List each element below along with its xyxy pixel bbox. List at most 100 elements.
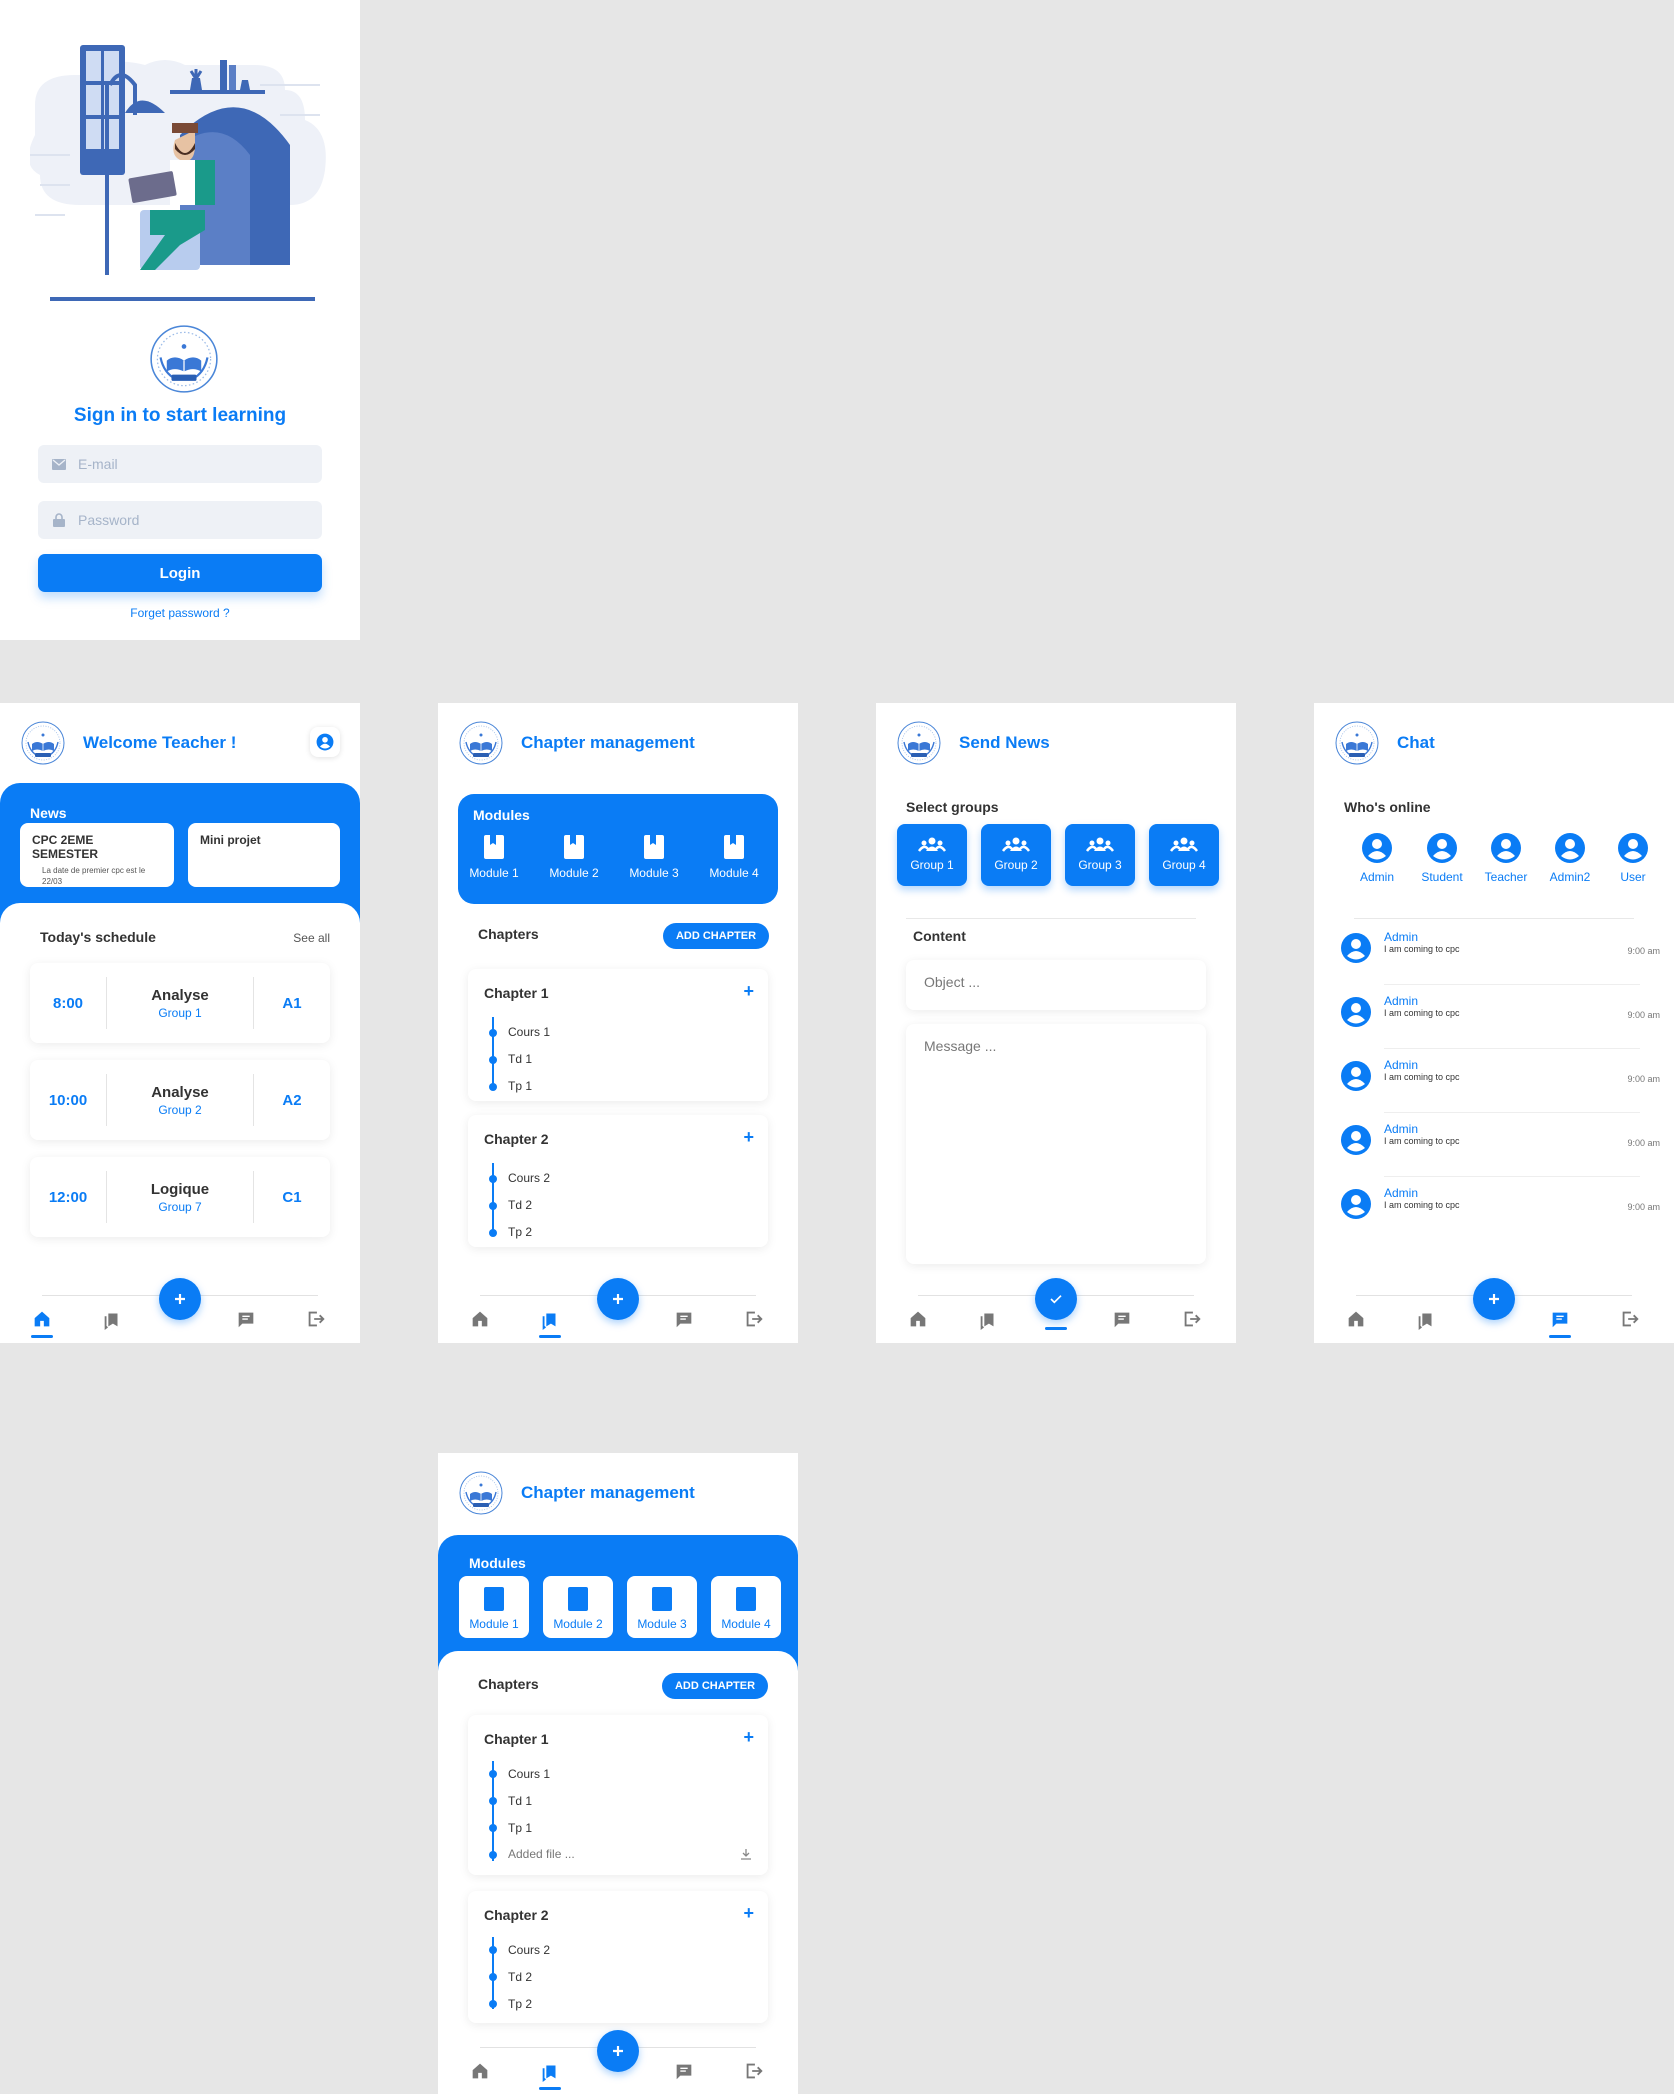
chapter-card[interactable]: Chapter 2 + Cours 2 Td 2 Tp 2 xyxy=(468,1891,768,2023)
online-user[interactable]: Admin xyxy=(1347,832,1407,884)
logout-icon[interactable] xyxy=(1616,1305,1644,1333)
bookmark-icon[interactable] xyxy=(1412,1305,1440,1333)
module-item[interactable]: Module 3 xyxy=(627,1576,697,1638)
login-button[interactable]: Login xyxy=(38,554,322,592)
chapter-card[interactable]: Chapter 2 + Cours 2 Td 2 Tp 2 xyxy=(468,1115,768,1247)
page-title: Welcome Teacher ! xyxy=(83,733,237,752)
add-chapter-button[interactable]: ADD CHAPTER xyxy=(663,923,769,949)
home-icon[interactable] xyxy=(466,1305,494,1333)
group-button[interactable]: Group 3 xyxy=(1065,824,1135,886)
logout-icon[interactable] xyxy=(740,2057,768,2085)
header: Welcome Teacher ! xyxy=(0,703,360,783)
chapter-name: Chapter 2 xyxy=(484,1131,549,1147)
chapter-card[interactable]: Chapter 1 + Cours 1 Td 1 Tp 1 Added file… xyxy=(468,1715,768,1875)
group-button[interactable]: Group 1 xyxy=(897,824,967,886)
chapter-item[interactable]: Td 2 xyxy=(508,1970,532,1984)
chapter-item[interactable]: Td 1 xyxy=(508,1794,532,1808)
profile-button[interactable] xyxy=(310,727,340,757)
chat-message[interactable]: Admin I am coming to cpc 9:00 am xyxy=(1340,926,1660,985)
module-item[interactable]: Module 1 xyxy=(459,834,529,880)
logout-icon[interactable] xyxy=(1178,1305,1206,1333)
chapter-item[interactable]: Cours 2 xyxy=(508,1943,550,1957)
chapter-item[interactable]: Tp 2 xyxy=(508,1225,532,1239)
password-input[interactable] xyxy=(78,512,278,528)
schedule-card[interactable]: 12:00 Logique Group 7 C1 xyxy=(30,1157,330,1237)
chapters-label: Chapters xyxy=(478,926,539,942)
message-input[interactable]: Message ... xyxy=(906,1024,1206,1264)
module-item[interactable]: Module 4 xyxy=(711,1576,781,1638)
chat-icon[interactable] xyxy=(670,1305,698,1333)
group-icon xyxy=(917,836,947,852)
bookmark-icon[interactable] xyxy=(974,1305,1002,1333)
school-logo xyxy=(458,720,504,766)
bookmark-icon[interactable] xyxy=(536,1305,564,1333)
message-text: I am coming to cpc xyxy=(1384,1200,1460,1210)
add-button[interactable] xyxy=(159,1278,201,1320)
module-item[interactable]: Module 4 xyxy=(699,834,769,880)
chat-message[interactable]: Admin I am coming to cpc 9:00 am xyxy=(1340,1118,1660,1177)
add-chapter-button[interactable]: ADD CHAPTER xyxy=(662,1673,768,1699)
email-input[interactable] xyxy=(78,456,278,472)
lock-icon xyxy=(52,513,66,527)
online-user[interactable]: Student xyxy=(1412,832,1472,884)
add-icon[interactable]: + xyxy=(743,981,754,1002)
sender-name: Admin xyxy=(1384,1058,1419,1072)
password-field[interactable] xyxy=(38,501,322,539)
add-button[interactable] xyxy=(1473,1278,1515,1320)
group-button[interactable]: Group 4 xyxy=(1149,824,1219,886)
chat-icon[interactable] xyxy=(232,1305,260,1333)
home-icon[interactable] xyxy=(1342,1305,1370,1333)
chapter-item[interactable]: Cours 2 xyxy=(508,1171,550,1185)
schedule-card[interactable]: 8:00 Analyse Group 1 A1 xyxy=(30,963,330,1043)
group-button[interactable]: Group 2 xyxy=(981,824,1051,886)
message-text: I am coming to cpc xyxy=(1384,1008,1460,1018)
news-card[interactable]: CPC 2EME SEMESTER La date de premier cpc… xyxy=(20,823,174,887)
school-logo xyxy=(896,720,942,766)
home-icon[interactable] xyxy=(28,1305,56,1333)
bookmark-icon[interactable] xyxy=(536,2057,564,2085)
logout-icon[interactable] xyxy=(740,1305,768,1333)
home-icon[interactable] xyxy=(904,1305,932,1333)
chat-message[interactable]: Admin I am coming to cpc 9:00 am xyxy=(1340,1182,1660,1228)
module-item[interactable]: Module 3 xyxy=(619,834,689,880)
chat-message[interactable]: Admin I am coming to cpc 9:00 am xyxy=(1340,990,1660,1049)
forget-password-link[interactable]: Forget password ? xyxy=(0,606,360,620)
add-icon[interactable]: + xyxy=(743,1727,754,1748)
chat-message[interactable]: Admin I am coming to cpc 9:00 am xyxy=(1340,1054,1660,1113)
schedule-card[interactable]: 10:00 Analyse Group 2 A2 xyxy=(30,1060,330,1140)
online-user[interactable]: Admin2 xyxy=(1540,832,1600,884)
send-button[interactable] xyxy=(1035,1278,1077,1320)
module-item[interactable]: Module 2 xyxy=(543,1576,613,1638)
chapter-item[interactable]: Tp 2 xyxy=(508,1997,532,2011)
chapter-item[interactable]: Td 1 xyxy=(508,1052,532,1066)
add-button[interactable] xyxy=(597,1278,639,1320)
download-icon[interactable] xyxy=(740,1847,752,1865)
online-user[interactable]: User xyxy=(1603,832,1663,884)
chat-icon[interactable] xyxy=(670,2057,698,2085)
bottom-nav xyxy=(876,1278,1236,1365)
news-card[interactable]: Mini projet xyxy=(188,823,340,887)
add-button[interactable] xyxy=(597,2030,639,2072)
chapter-card[interactable]: Chapter 1 + Cours 1 Td 1 Tp 1 xyxy=(468,969,768,1101)
home-icon[interactable] xyxy=(466,2057,494,2085)
chapter-item[interactable]: Td 2 xyxy=(508,1198,532,1212)
book-icon xyxy=(735,1586,757,1612)
chapter-item[interactable]: Tp 1 xyxy=(508,1821,532,1835)
added-file-item[interactable]: Added file ... xyxy=(508,1847,575,1861)
bookmark-icon[interactable] xyxy=(98,1305,126,1333)
chat-icon[interactable] xyxy=(1108,1305,1136,1333)
add-icon[interactable]: + xyxy=(743,1903,754,1924)
chapter-item[interactable]: Cours 1 xyxy=(508,1025,550,1039)
bottom-nav xyxy=(438,1278,798,1343)
logout-icon[interactable] xyxy=(302,1305,330,1333)
online-user[interactable]: Teacher xyxy=(1476,832,1536,884)
module-item[interactable]: Module 2 xyxy=(539,834,609,880)
email-field[interactable] xyxy=(38,445,322,483)
module-item[interactable]: Module 1 xyxy=(459,1576,529,1638)
object-input[interactable]: Object ... xyxy=(906,960,1206,1010)
chat-icon[interactable] xyxy=(1546,1305,1574,1333)
add-icon[interactable]: + xyxy=(743,1127,754,1148)
see-all-link[interactable]: See all xyxy=(293,931,330,945)
chapter-item[interactable]: Tp 1 xyxy=(508,1079,532,1093)
chapter-item[interactable]: Cours 1 xyxy=(508,1767,550,1781)
